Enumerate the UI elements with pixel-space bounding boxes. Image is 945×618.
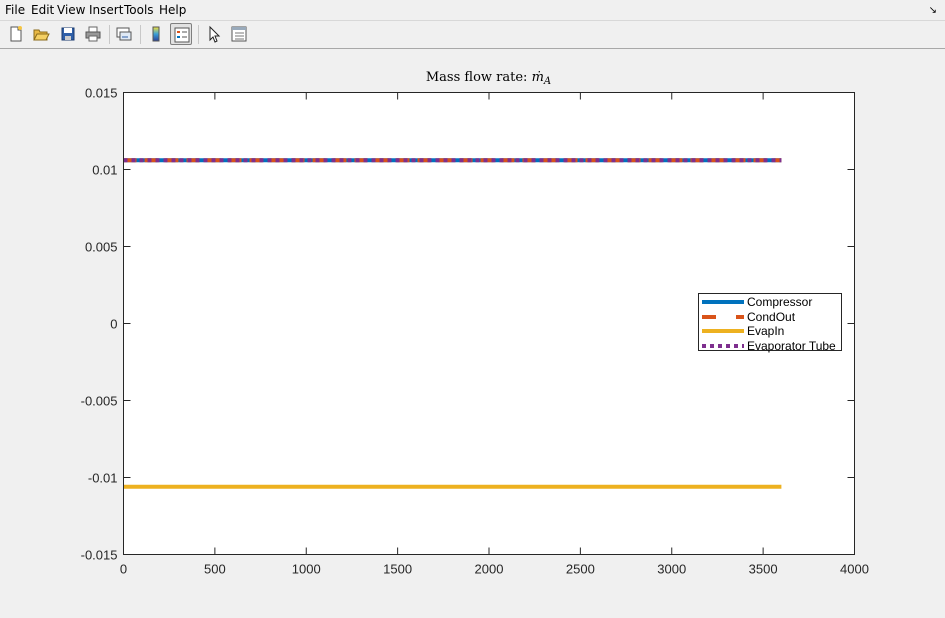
legend-icon[interactable]: [170, 23, 192, 45]
legend[interactable]: Compressor CondOut EvapIn Evaporator Tube: [698, 293, 843, 353]
legend-entry[interactable]: CondOut: [699, 310, 843, 324]
legend-swatch: [702, 343, 744, 348]
menu-tools[interactable]: Tools: [124, 3, 154, 17]
toolbar-separator: [109, 25, 110, 44]
menu-file[interactable]: File: [5, 3, 25, 17]
figure-canvas: Mass flow rate: ṁA 0 500 1000 1500 2000 2500 3…: [0, 49, 945, 618]
print-figure-icon[interactable]: [82, 23, 104, 45]
x-tick-label: 3000: [657, 562, 686, 577]
menu-bar: File Edit View Insert Tools Help ↘: [0, 0, 945, 21]
legend-swatch: [702, 300, 744, 304]
new-figure-icon[interactable]: [5, 23, 27, 45]
legend-entry[interactable]: EvapIn: [699, 324, 843, 338]
legend-label: Compressor: [747, 295, 813, 309]
y-tick-label: 0.005: [85, 240, 118, 255]
dock-figure-icon[interactable]: ↘: [929, 5, 937, 16]
legend-label: CondOut: [747, 309, 796, 324]
save-figure-icon[interactable]: [57, 23, 79, 45]
colorbar-icon[interactable]: [145, 23, 167, 45]
open-file-icon[interactable]: [30, 23, 52, 45]
toolbar-separator: [198, 25, 199, 44]
y-tick-label: 0.01: [92, 163, 117, 178]
legend-label: Evaporator Tube: [747, 338, 836, 353]
y-tick-label: -0.01: [88, 471, 118, 486]
legend-swatch: [702, 329, 744, 333]
property-inspector-icon[interactable]: [228, 23, 250, 45]
y-tick-label: 0: [110, 317, 117, 332]
menu-insert[interactable]: Insert: [89, 3, 123, 17]
x-tick-label: 1500: [383, 562, 412, 577]
legend-label: EvapIn: [747, 324, 785, 338]
legend-swatch: [702, 314, 744, 319]
x-tick-label: 500: [204, 562, 226, 577]
figure-toolbar: [0, 21, 945, 49]
x-tick-label: 2500: [566, 562, 595, 577]
x-tick-label: 2000: [475, 562, 504, 577]
x-tick-label: 4000: [840, 562, 869, 577]
x-tick-label: 3500: [749, 562, 778, 577]
menu-help[interactable]: Help: [159, 3, 186, 17]
y-tick-label: -0.015: [81, 548, 118, 563]
legend-entry[interactable]: Compressor: [699, 295, 843, 309]
menu-view[interactable]: View: [57, 3, 85, 17]
x-tick-label: 0: [120, 562, 127, 577]
menu-edit[interactable]: Edit: [31, 3, 54, 17]
x-tick-label: 1000: [292, 562, 321, 577]
link-plot-icon[interactable]: [113, 23, 135, 45]
y-tick-label: 0.015: [85, 86, 118, 101]
y-tick-label: -0.005: [81, 394, 118, 409]
toolbar-separator: [140, 25, 141, 44]
edit-plot-icon[interactable]: [203, 23, 225, 45]
legend-entry[interactable]: Evaporator Tube: [699, 339, 843, 353]
